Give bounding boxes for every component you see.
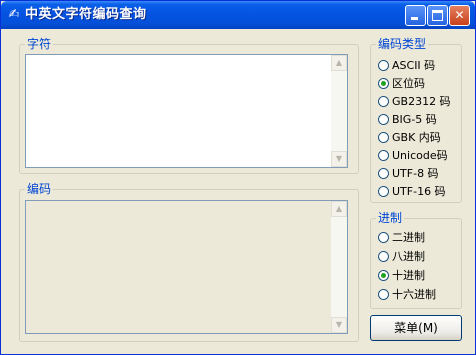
radio-utf8[interactable]: UTF-8 码 bbox=[378, 166, 439, 182]
radio-icon[interactable] bbox=[378, 60, 389, 71]
scroll-up-icon[interactable]: ▲ bbox=[331, 201, 347, 217]
radio-icon[interactable] bbox=[378, 168, 389, 179]
radio-selected-icon[interactable] bbox=[378, 270, 389, 281]
encoding-group-label: 编码 bbox=[27, 182, 52, 196]
chars-scrollbar[interactable]: ▲ ▼ bbox=[331, 55, 347, 167]
radio-gb2312[interactable]: GB2312 码 bbox=[378, 94, 451, 110]
radio-label: 八进制 bbox=[392, 250, 425, 263]
title-bar[interactable]: ✍ 中英文字符编码查询 ✕ bbox=[1, 1, 475, 29]
radio-label: ASCII 码 bbox=[392, 59, 436, 72]
radio-ascii[interactable]: ASCII 码 bbox=[378, 58, 435, 74]
radio-quwei[interactable]: 区位码 bbox=[378, 76, 425, 92]
radio-decimal[interactable]: 十进制 bbox=[378, 268, 425, 284]
radio-binary[interactable]: 二进制 bbox=[378, 230, 425, 246]
encoding-type-label: 编码类型 bbox=[378, 37, 427, 51]
minimize-button[interactable] bbox=[405, 5, 426, 26]
radio-label: 十六进制 bbox=[392, 288, 436, 301]
radio-icon[interactable] bbox=[378, 186, 389, 197]
radio-label: Unicode码 bbox=[392, 149, 448, 162]
chars-input[interactable]: ▲ ▼ bbox=[25, 54, 348, 168]
window-title: 中英文字符编码查询 bbox=[25, 7, 147, 22]
maximize-icon bbox=[432, 10, 443, 21]
radio-unicode[interactable]: Unicode码 bbox=[378, 148, 448, 164]
magic-wand-icon[interactable]: ✍ bbox=[6, 7, 22, 23]
radio-label: 区位码 bbox=[392, 77, 425, 90]
radix-group-label: 进制 bbox=[378, 211, 403, 225]
radio-label: GB2312 码 bbox=[392, 95, 451, 108]
menu-button[interactable]: 菜单(M) bbox=[370, 315, 462, 341]
close-icon: ✕ bbox=[454, 8, 465, 22]
radio-icon[interactable] bbox=[378, 96, 389, 107]
radio-octal[interactable]: 八进制 bbox=[378, 249, 425, 265]
radio-label: UTF-8 码 bbox=[392, 167, 439, 180]
radio-icon[interactable] bbox=[378, 132, 389, 143]
encoding-output[interactable]: ▲ ▼ bbox=[25, 200, 348, 334]
radio-icon[interactable] bbox=[378, 150, 389, 161]
encoding-scrollbar[interactable]: ▲ ▼ bbox=[331, 201, 347, 333]
radio-label: 十进制 bbox=[392, 269, 425, 282]
scroll-down-icon[interactable]: ▼ bbox=[331, 317, 347, 333]
radio-icon[interactable] bbox=[378, 289, 389, 300]
scroll-down-icon[interactable]: ▼ bbox=[331, 151, 347, 167]
radio-label: GBK 内码 bbox=[392, 131, 441, 144]
maximize-button[interactable] bbox=[427, 5, 448, 26]
minimize-icon bbox=[411, 17, 418, 20]
radio-label: 二进制 bbox=[392, 231, 425, 244]
radio-icon[interactable] bbox=[378, 232, 389, 243]
chars-group-label: 字符 bbox=[27, 37, 52, 51]
radio-icon[interactable] bbox=[378, 114, 389, 125]
scroll-up-icon[interactable]: ▲ bbox=[331, 55, 347, 71]
radio-label: BIG-5 码 bbox=[392, 113, 437, 126]
radio-icon[interactable] bbox=[378, 251, 389, 262]
close-button[interactable]: ✕ bbox=[449, 5, 470, 26]
radio-utf16[interactable]: UTF-16 码 bbox=[378, 184, 446, 200]
radio-label: UTF-16 码 bbox=[392, 185, 446, 198]
radio-selected-icon[interactable] bbox=[378, 78, 389, 89]
radio-gbk[interactable]: GBK 内码 bbox=[378, 130, 441, 146]
radio-hex[interactable]: 十六进制 bbox=[378, 287, 436, 303]
radio-big5[interactable]: BIG-5 码 bbox=[378, 112, 437, 128]
